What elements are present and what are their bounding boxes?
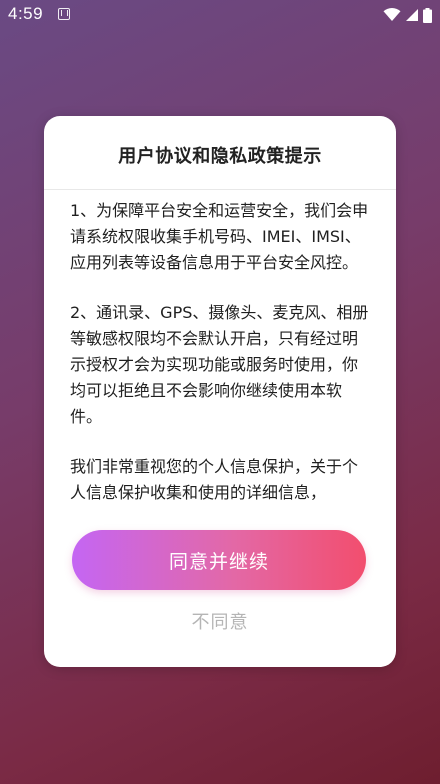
privacy-dialog: 用户协议和隐私政策提示 1、为保障平台安全和运营安全，我们会申请系统权限收集手机… [44, 116, 396, 667]
notification-icon [58, 8, 70, 20]
status-icons [383, 6, 432, 24]
status-time: 4:59 [8, 4, 44, 23]
policy-paragraph-1: 1、为保障平台安全和运营安全，我们会申请系统权限收集手机号码、IMEI、IMSI… [70, 201, 369, 272]
battery-icon [423, 7, 432, 23]
dialog-body-scroll[interactable]: 1、为保障平台安全和运营安全，我们会申请系统权限收集手机号码、IMEI、IMSI… [70, 194, 372, 502]
wifi-icon [383, 8, 401, 22]
status-bar: 4:59 [0, 0, 440, 32]
policy-paragraph-3: 我们非常重视您的个人信息保护，关于个人信息保护收集和使用的详细信息， [70, 457, 359, 502]
divider [44, 189, 396, 190]
agree-button[interactable]: 同意并继续 [72, 530, 366, 590]
disagree-button[interactable]: 不同意 [44, 604, 396, 638]
policy-paragraph-2: 2、通讯录、GPS、摄像头、麦克风、相册等敏感权限均不会默认开启，只有经过明示授… [70, 303, 369, 426]
dialog-title: 用户协议和隐私政策提示 [118, 146, 322, 167]
signal-icon [405, 8, 419, 22]
